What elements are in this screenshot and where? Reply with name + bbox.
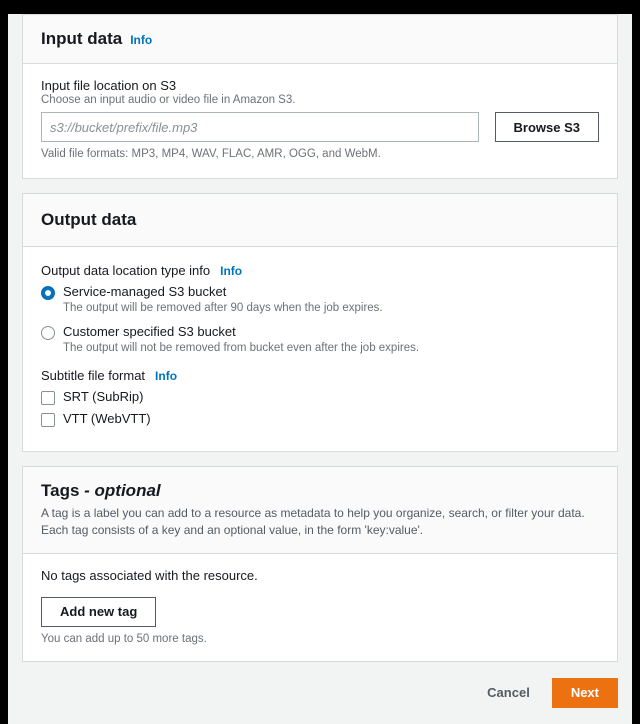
input-data-title: Input data xyxy=(41,29,122,49)
input-data-info-link[interactable]: Info xyxy=(130,33,152,47)
radio-service-managed[interactable]: Service-managed S3 bucket xyxy=(41,284,599,300)
tags-header: Tags - optional A tag is a label you can… xyxy=(23,467,617,554)
checkbox-srt[interactable]: SRT (SubRip) xyxy=(41,389,599,405)
tags-title-main: Tags xyxy=(41,481,79,500)
radio-customer-specified-label: Customer specified S3 bucket xyxy=(63,324,236,339)
tags-desc: A tag is a label you can add to a resour… xyxy=(41,505,599,539)
input-file-label: Input file location on S3 xyxy=(41,78,599,93)
tags-title-optional: - optional xyxy=(79,481,160,500)
output-data-title: Output data xyxy=(41,210,136,230)
checkbox-srt-label: SRT (SubRip) xyxy=(63,389,143,404)
footer: Cancel Next xyxy=(8,662,632,724)
radio-service-managed-input[interactable] xyxy=(41,286,55,300)
input-file-desc: Choose an input audio or video file in A… xyxy=(41,94,599,106)
add-new-tag-button[interactable]: Add new tag xyxy=(41,597,156,627)
output-data-body: Output data location type info Info Serv… xyxy=(23,247,617,451)
radio-service-managed-desc: The output will be removed after 90 days… xyxy=(63,302,599,314)
valid-formats-hint: Valid file formats: MP3, MP4, WAV, FLAC,… xyxy=(41,148,599,160)
input-data-panel: Input data Info Input file location on S… xyxy=(22,14,618,179)
tags-panel: Tags - optional A tag is a label you can… xyxy=(22,466,618,662)
checkbox-vtt[interactable]: VTT (WebVTT) xyxy=(41,411,599,427)
next-button[interactable]: Next xyxy=(552,678,618,708)
subtitle-format-info-link[interactable]: Info xyxy=(155,369,177,383)
checkbox-vtt-input[interactable] xyxy=(41,413,55,427)
radio-customer-specified-input[interactable] xyxy=(41,326,55,340)
output-data-header: Output data xyxy=(23,194,617,247)
checkbox-vtt-label: VTT (WebVTT) xyxy=(63,411,151,426)
tags-title: Tags - optional xyxy=(41,481,599,501)
output-data-panel: Output data Output data location type in… xyxy=(22,193,618,452)
output-location-info-link[interactable]: Info xyxy=(220,264,242,278)
tags-body: No tags associated with the resource. Ad… xyxy=(23,554,617,661)
subtitle-format-label-row: Subtitle file format Info xyxy=(41,368,599,383)
checkbox-srt-input[interactable] xyxy=(41,391,55,405)
radio-service-managed-label: Service-managed S3 bucket xyxy=(63,284,226,299)
input-data-body: Input file location on S3 Choose an inpu… xyxy=(23,64,617,178)
input-data-header: Input data Info xyxy=(23,15,617,64)
output-location-label: Output data location type info xyxy=(41,263,210,278)
subtitle-format-label: Subtitle file format xyxy=(41,368,145,383)
browse-s3-button[interactable]: Browse S3 xyxy=(495,112,599,142)
input-file-s3-input[interactable] xyxy=(41,112,479,142)
cancel-button[interactable]: Cancel xyxy=(473,685,544,700)
radio-customer-specified[interactable]: Customer specified S3 bucket xyxy=(41,324,599,340)
output-location-label-row: Output data location type info Info xyxy=(41,263,599,278)
tags-empty-text: No tags associated with the resource. xyxy=(41,568,599,583)
radio-customer-specified-desc: The output will not be removed from buck… xyxy=(63,342,599,354)
